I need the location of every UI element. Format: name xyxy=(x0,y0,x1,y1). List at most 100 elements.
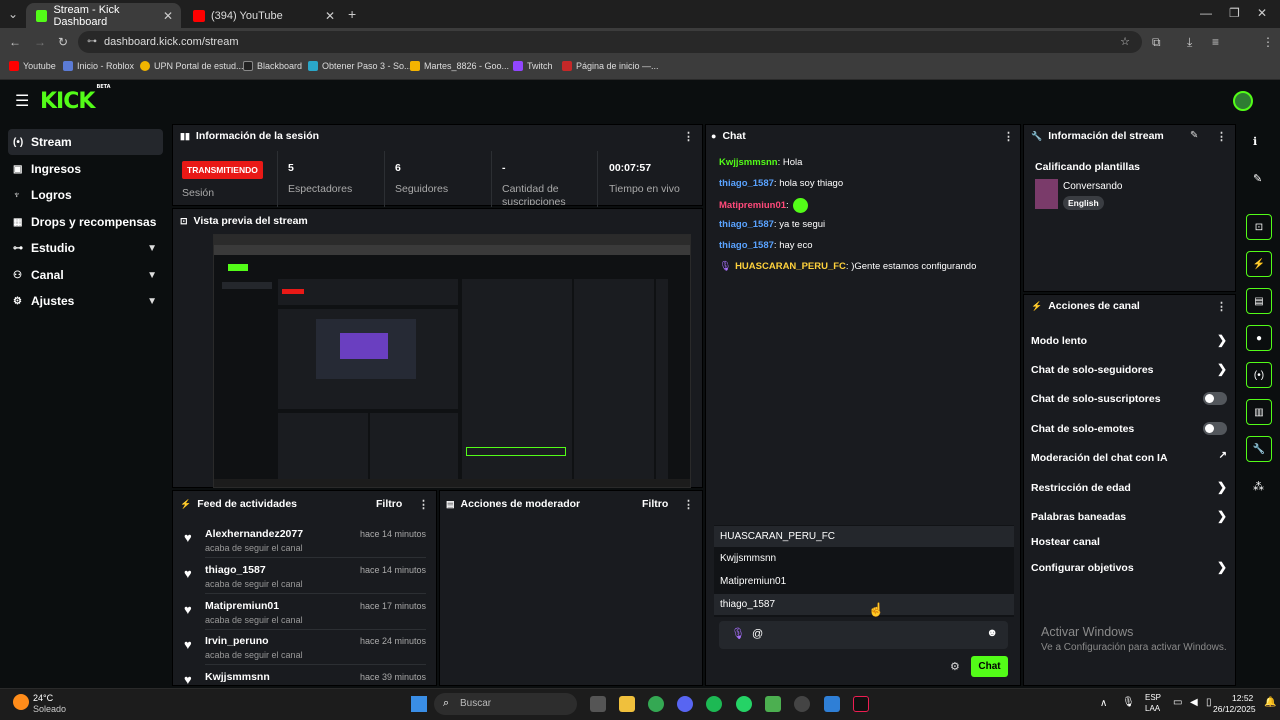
rail-chat-button[interactable]: ● xyxy=(1246,325,1272,351)
minecraft-icon[interactable] xyxy=(765,696,781,712)
chat-username[interactable]: thiago_1587 xyxy=(719,219,774,230)
chat-send-button[interactable]: Chat xyxy=(971,656,1008,677)
emotes-only-toggle[interactable] xyxy=(1203,422,1227,435)
rail-broadcast-button[interactable]: (•) xyxy=(1246,362,1272,388)
mod-menu-icon[interactable]: ⋮ xyxy=(683,498,694,511)
info-icon[interactable]: ℹ xyxy=(1253,135,1257,148)
sidebar-item-ajustes[interactable]: ⚙ Ajustes ▼ xyxy=(8,288,163,314)
mic-icon[interactable]: 🎙 xyxy=(731,627,745,640)
bookmark-roblox[interactable]: Inicio - Roblox xyxy=(63,61,134,71)
discord-icon[interactable] xyxy=(677,696,693,712)
bookmark-blackboard[interactable]: Blackboard xyxy=(243,61,302,71)
bookmark-youtube[interactable]: Youtube xyxy=(9,61,56,71)
chat-username[interactable]: thiago_1587 xyxy=(719,240,774,251)
tab-kick-dashboard[interactable]: Stream - Kick Dashboard ✕ xyxy=(26,3,181,28)
action-host-channel[interactable]: Hostear canal xyxy=(1031,536,1227,548)
sidebar-item-ingresos[interactable]: ▣ Ingresos xyxy=(8,156,163,182)
edit-icon[interactable]: ✎ xyxy=(1253,172,1262,185)
mention-suggestion[interactable]: thiago_1587 xyxy=(714,594,1014,615)
chat-settings-icon[interactable]: ⚙ xyxy=(950,660,960,673)
session-menu-icon[interactable]: ⋮ xyxy=(683,130,694,143)
bookmark-inicio[interactable]: Página de inicio —... xyxy=(562,61,659,71)
task-view-icon[interactable] xyxy=(590,696,606,712)
action-age-restriction[interactable]: Restricción de edad ❯ xyxy=(1031,480,1227,494)
tab-search-icon[interactable]: ⌄ xyxy=(8,7,18,21)
channel-actions-menu-icon[interactable]: ⋮ xyxy=(1216,300,1227,313)
mention-suggestion[interactable]: Kwjjsmmsnn xyxy=(714,548,1014,569)
chat-username[interactable]: Matipremiun01 xyxy=(719,200,786,211)
bookmark-twitch[interactable]: Twitch xyxy=(513,61,553,71)
forward-icon[interactable]: → xyxy=(34,35,46,49)
kick-logo[interactable]: KICKBETA xyxy=(40,84,111,114)
chrome-icon[interactable] xyxy=(648,696,664,712)
bookmark-paso3[interactable]: Obtener Paso 3 - So... xyxy=(308,61,412,71)
vscode-icon[interactable] xyxy=(824,696,840,712)
feed-menu-icon[interactable]: ⋮ xyxy=(418,498,429,511)
rail-list-button[interactable]: ▤ xyxy=(1246,288,1272,314)
tray-chevron-icon[interactable]: ∧ xyxy=(1100,698,1107,709)
sidebar-item-canal[interactable]: ⚇ Canal ▼ xyxy=(8,262,163,288)
close-tab-icon[interactable]: ✕ xyxy=(163,9,173,23)
notifications-icon[interactable]: 🔔 xyxy=(1264,697,1276,708)
tiktok-icon[interactable] xyxy=(853,696,869,712)
action-configure-goals[interactable]: Configurar objetivos ❯ xyxy=(1031,560,1227,574)
stream-info-menu-icon[interactable]: ⋮ xyxy=(1216,130,1227,143)
action-slow-mode[interactable]: Modo lento ❯ xyxy=(1031,333,1227,347)
language-indicator[interactable]: ESP xyxy=(1145,693,1161,702)
rail-wrench-button[interactable]: 🔧 xyxy=(1246,436,1272,462)
category-thumbnail[interactable] xyxy=(1035,179,1058,209)
chat-input[interactable]: 🎙 @ ☻ xyxy=(719,621,1008,649)
chat-username[interactable]: Kwjjsmmsnn xyxy=(719,157,778,168)
chat-username[interactable]: HUASCARAN_PERU_FC xyxy=(735,261,846,272)
media-icon[interactable]: ≡ xyxy=(1212,35,1219,49)
download-icon[interactable]: ⤓ xyxy=(1187,35,1192,50)
bookmark-drive[interactable]: Martes_8826 - Goo... xyxy=(410,61,509,71)
weather-icon[interactable] xyxy=(13,694,29,710)
taskbar-search[interactable]: ⌕ Buscar xyxy=(434,693,577,715)
mod-filter-button[interactable]: Filtro xyxy=(642,498,668,510)
close-tab-icon[interactable]: ✕ xyxy=(325,9,335,23)
whatsapp-icon[interactable] xyxy=(736,696,752,712)
url-field[interactable]: ⊶ dashboard.kick.com/stream ☆ xyxy=(78,31,1142,53)
new-tab-button[interactable]: + xyxy=(348,6,356,22)
edit-pencil-icon[interactable]: ✎ xyxy=(1190,130,1198,141)
windows-start-icon[interactable] xyxy=(411,696,427,712)
stream-preview-video[interactable] xyxy=(213,234,691,488)
maximize-icon[interactable]: ❐ xyxy=(1229,6,1240,20)
rail-preview-button[interactable]: ⊡ xyxy=(1246,214,1272,240)
rail-moderation-button[interactable]: ▥ xyxy=(1246,399,1272,425)
reload-icon[interactable]: ↻ xyxy=(58,35,68,49)
volume-icon[interactable]: ◀ xyxy=(1190,697,1198,708)
battery-icon[interactable]: ▯ xyxy=(1206,697,1212,708)
mention-suggestion[interactable]: Matipremiun01 xyxy=(714,571,1014,592)
bookmark-star-icon[interactable]: ☆ xyxy=(1120,31,1130,53)
chat-menu-icon[interactable]: ⋮ xyxy=(1003,130,1014,143)
microphone-icon[interactable]: 🎙 xyxy=(1122,697,1135,708)
extensions-icon[interactable]: ⧉ xyxy=(1152,35,1161,50)
spotify-icon[interactable] xyxy=(706,696,722,712)
add-widget-icon[interactable]: ⁂ xyxy=(1253,480,1264,493)
bookmark-upn[interactable]: UPN Portal de estud... xyxy=(140,61,244,71)
rail-lightning-button[interactable]: ⚡ xyxy=(1246,251,1272,277)
back-icon[interactable]: ← xyxy=(9,35,21,49)
user-avatar[interactable] xyxy=(1233,91,1253,111)
network-icon[interactable]: ▭ xyxy=(1173,697,1182,708)
action-ai-moderation[interactable]: Moderación del chat con IA ↗ xyxy=(1031,450,1227,464)
site-info-icon[interactable]: ⊶ xyxy=(87,31,97,53)
emoji-icon[interactable]: ☻ xyxy=(986,627,998,639)
obs-icon[interactable] xyxy=(794,696,810,712)
hamburger-menu-icon[interactable]: ☰ xyxy=(15,91,29,111)
tab-youtube[interactable]: (394) YouTube ✕ xyxy=(183,3,343,28)
action-banned-words[interactable]: Palabras baneadas ❯ xyxy=(1031,509,1227,523)
minimize-icon[interactable]: — xyxy=(1200,6,1212,20)
subscribers-only-toggle[interactable] xyxy=(1203,392,1227,405)
chat-username[interactable]: thiago_1587 xyxy=(719,178,774,189)
sidebar-item-stream[interactable]: (•) Stream xyxy=(8,129,163,155)
action-followers-only[interactable]: Chat de solo-seguidores ❯ xyxy=(1031,362,1227,376)
sidebar-item-estudio[interactable]: ⊶ Estudio ▼ xyxy=(8,235,163,261)
sidebar-item-logros[interactable]: ♆ Logros xyxy=(8,182,163,208)
clock-time[interactable]: 12:52 xyxy=(1232,693,1253,703)
menu-icon[interactable]: ⋮ xyxy=(1262,35,1274,49)
feed-filter-button[interactable]: Filtro xyxy=(376,498,402,510)
sidebar-item-drops[interactable]: ▦ Drops y recompensas xyxy=(8,209,163,235)
